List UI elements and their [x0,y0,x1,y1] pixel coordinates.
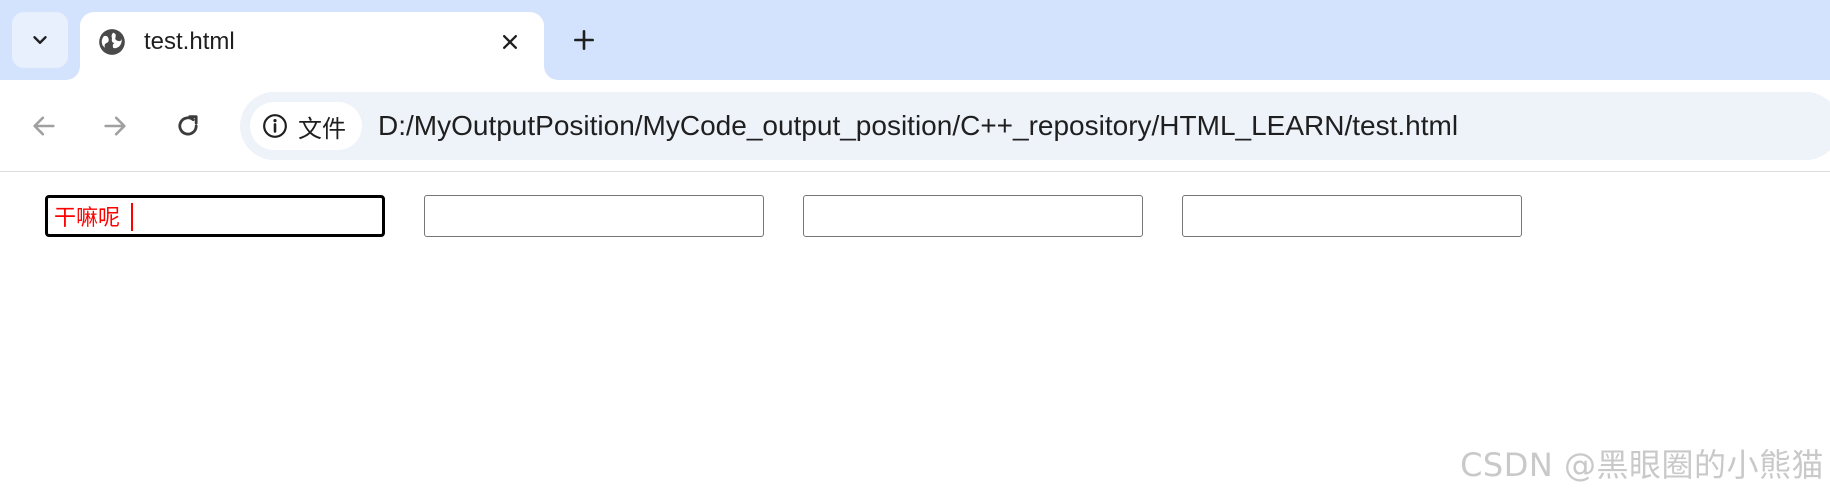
text-caret [131,203,133,231]
site-info-label: 文件 [298,115,346,143]
tab-title: test.html [144,28,235,55]
arrow-right-icon [104,116,126,136]
active-tab[interactable]: test.html [80,12,544,80]
text-input-2[interactable] [424,195,764,237]
reload-icon [178,115,198,136]
chevron-down-icon [33,36,47,44]
arrow-left-icon [33,116,55,136]
site-info-button[interactable]: 文件 [250,102,362,150]
reload-button[interactable] [166,104,210,148]
tab-strip: test.html [0,0,1830,80]
info-icon [263,114,287,138]
new-tab-button[interactable] [566,22,602,58]
text-input-3[interactable] [803,195,1143,237]
watermark: CSDN @黑眼圈的小熊猫 [1460,446,1824,484]
tab-search-button[interactable] [12,12,68,68]
address-bar[interactable]: 文件 D:/MyOutputPosition/MyCode_output_pos… [240,92,1830,160]
browser-toolbar: 文件 D:/MyOutputPosition/MyCode_output_pos… [0,80,1830,172]
url-text[interactable]: D:/MyOutputPosition/MyCode_output_positi… [378,108,1458,144]
text-input-4[interactable] [1182,195,1522,237]
text-input-1[interactable] [45,195,385,237]
globe-icon [99,29,125,55]
close-icon [503,35,517,49]
forward-button[interactable] [93,104,137,148]
plus-icon [574,30,594,50]
tab-close-button[interactable] [494,26,526,58]
page-content: CSDN @黑眼圈的小熊猫 [0,173,1830,490]
back-button[interactable] [22,104,66,148]
